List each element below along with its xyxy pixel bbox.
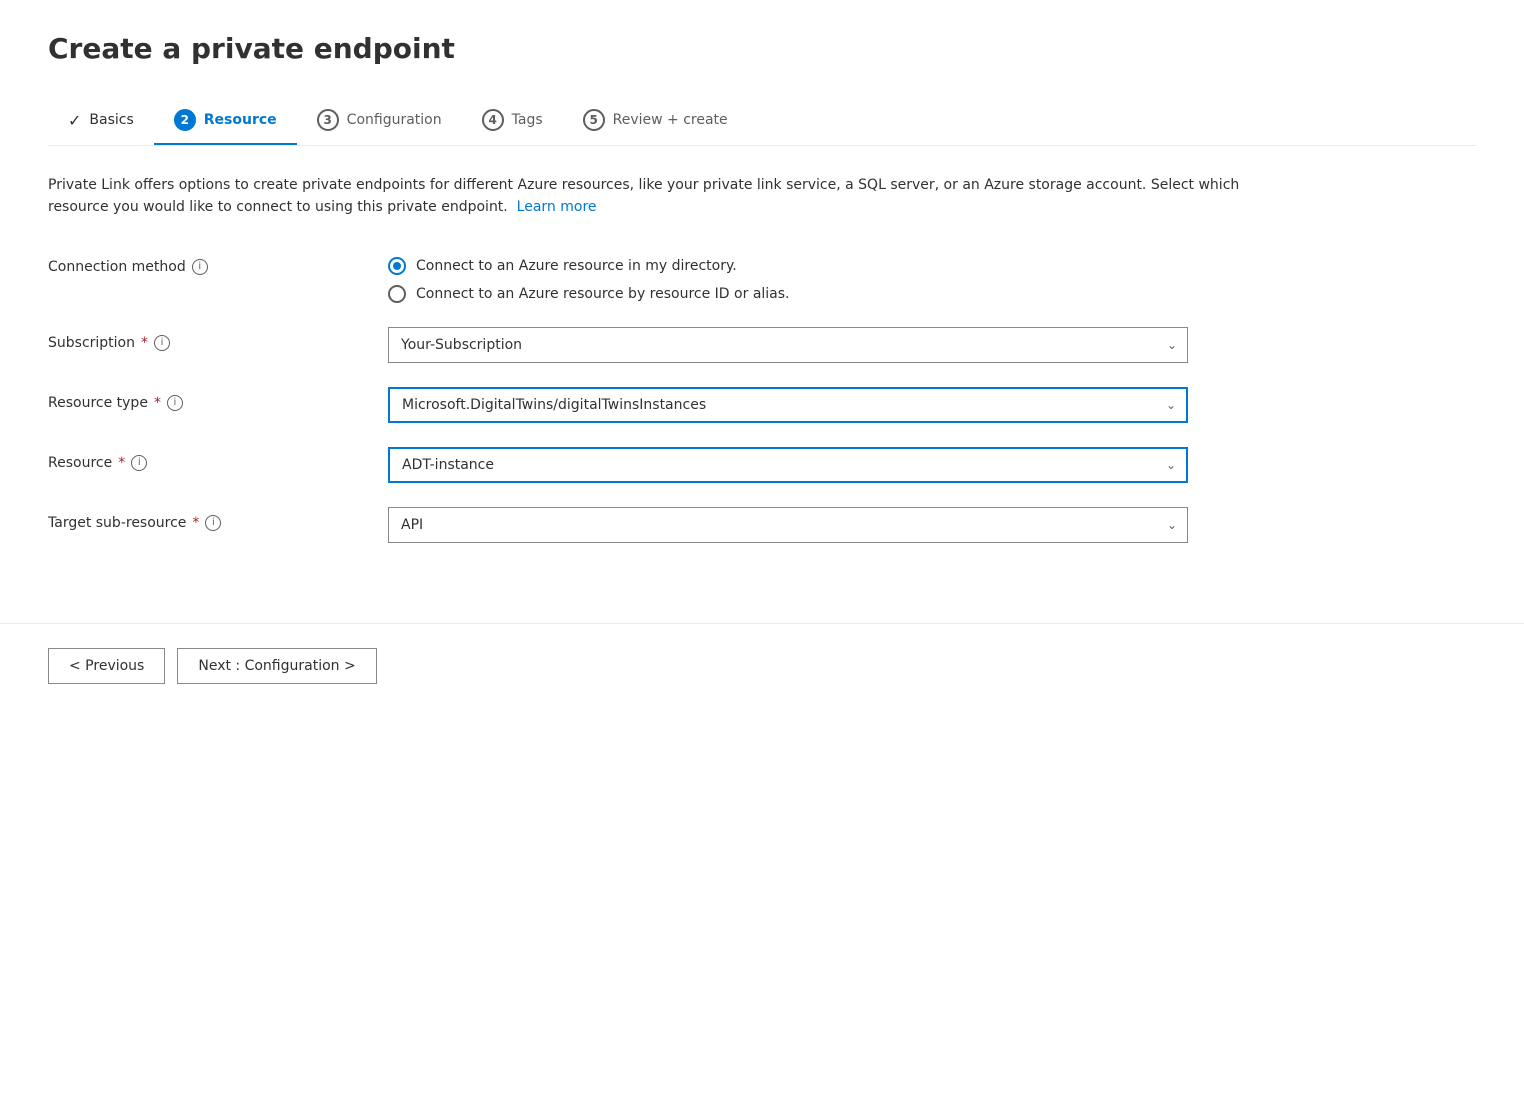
subscription-required-star: * xyxy=(141,335,148,351)
target-sub-resource-control: API ⌄ xyxy=(388,507,1208,543)
resource-type-row: Resource type * i Microsoft.DigitalTwins… xyxy=(48,387,1348,423)
subscription-info-icon[interactable]: i xyxy=(154,335,170,351)
resource-type-label: Resource type * i xyxy=(48,387,388,411)
radio-directory-input[interactable] xyxy=(388,257,406,275)
resource-control: ADT-instance ⌄ xyxy=(388,447,1208,483)
step-configuration[interactable]: 3 Configuration xyxy=(297,97,462,145)
resource-info-icon[interactable]: i xyxy=(131,455,147,471)
radio-resource-id-input[interactable] xyxy=(388,285,406,303)
resource-type-info-icon[interactable]: i xyxy=(167,395,183,411)
target-sub-resource-info-icon[interactable]: i xyxy=(205,515,221,531)
connection-method-label: Connection method i xyxy=(48,251,388,275)
step-basics-label: Basics xyxy=(89,112,133,128)
step-resource[interactable]: 2 Resource xyxy=(154,97,297,145)
description-text: Private Link offers options to create pr… xyxy=(48,174,1298,219)
step-review-circle: 5 xyxy=(583,109,605,131)
radio-directory-label: Connect to an Azure resource in my direc… xyxy=(416,258,737,274)
subscription-value: Your-Subscription xyxy=(401,337,522,353)
steps-navigation: ✓ Basics 2 Resource 3 Configuration 4 Ta… xyxy=(48,97,1476,146)
resource-type-dropdown[interactable]: Microsoft.DigitalTwins/digitalTwinsInsta… xyxy=(388,387,1188,423)
step-resource-label: Resource xyxy=(204,112,277,128)
page-title: Create a private endpoint xyxy=(48,32,1476,65)
target-sub-resource-row: Target sub-resource * i API ⌄ xyxy=(48,507,1348,543)
target-sub-resource-value: API xyxy=(401,517,423,533)
step-configuration-circle: 3 xyxy=(317,109,339,131)
resource-label: Resource * i xyxy=(48,447,388,471)
radio-option-resource-id[interactable]: Connect to an Azure resource by resource… xyxy=(388,285,1208,303)
step-basics[interactable]: ✓ Basics xyxy=(48,99,154,144)
subscription-dropdown[interactable]: Your-Subscription ⌄ xyxy=(388,327,1188,363)
resource-type-control: Microsoft.DigitalTwins/digitalTwinsInsta… xyxy=(388,387,1208,423)
connection-method-row: Connection method i Connect to an Azure … xyxy=(48,251,1348,303)
next-button[interactable]: Next : Configuration > xyxy=(177,648,376,684)
resource-form: Connection method i Connect to an Azure … xyxy=(48,251,1348,543)
previous-button[interactable]: < Previous xyxy=(48,648,165,684)
resource-type-chevron-icon: ⌄ xyxy=(1166,398,1176,412)
target-sub-resource-chevron-icon: ⌄ xyxy=(1167,518,1177,532)
resource-chevron-icon: ⌄ xyxy=(1166,458,1176,472)
learn-more-link[interactable]: Learn more xyxy=(517,199,597,215)
footer-buttons: < Previous Next : Configuration > xyxy=(0,624,1524,708)
radio-option-directory[interactable]: Connect to an Azure resource in my direc… xyxy=(388,257,1208,275)
checkmark-icon: ✓ xyxy=(68,111,81,130)
step-tags[interactable]: 4 Tags xyxy=(462,97,563,145)
resource-required-star: * xyxy=(118,455,125,471)
radio-resource-id-label: Connect to an Azure resource by resource… xyxy=(416,286,790,302)
connection-method-options: Connect to an Azure resource in my direc… xyxy=(388,251,1208,303)
step-configuration-label: Configuration xyxy=(347,112,442,128)
subscription-row: Subscription * i Your-Subscription ⌄ xyxy=(48,327,1348,363)
step-resource-circle: 2 xyxy=(174,109,196,131)
resource-row: Resource * i ADT-instance ⌄ xyxy=(48,447,1348,483)
resource-type-value: Microsoft.DigitalTwins/digitalTwinsInsta… xyxy=(402,397,706,413)
subscription-chevron-icon: ⌄ xyxy=(1167,338,1177,352)
resource-value: ADT-instance xyxy=(402,457,494,473)
step-tags-label: Tags xyxy=(512,112,543,128)
subscription-control: Your-Subscription ⌄ xyxy=(388,327,1208,363)
resource-type-required-star: * xyxy=(154,395,161,411)
target-sub-resource-label: Target sub-resource * i xyxy=(48,507,388,531)
resource-dropdown[interactable]: ADT-instance ⌄ xyxy=(388,447,1188,483)
step-review-label: Review + create xyxy=(613,112,728,128)
step-review-create[interactable]: 5 Review + create xyxy=(563,97,748,145)
step-tags-circle: 4 xyxy=(482,109,504,131)
connection-method-info-icon[interactable]: i xyxy=(192,259,208,275)
subscription-label: Subscription * i xyxy=(48,327,388,351)
target-sub-resource-dropdown[interactable]: API ⌄ xyxy=(388,507,1188,543)
target-sub-resource-required-star: * xyxy=(192,515,199,531)
connection-method-radio-group: Connect to an Azure resource in my direc… xyxy=(388,251,1208,303)
